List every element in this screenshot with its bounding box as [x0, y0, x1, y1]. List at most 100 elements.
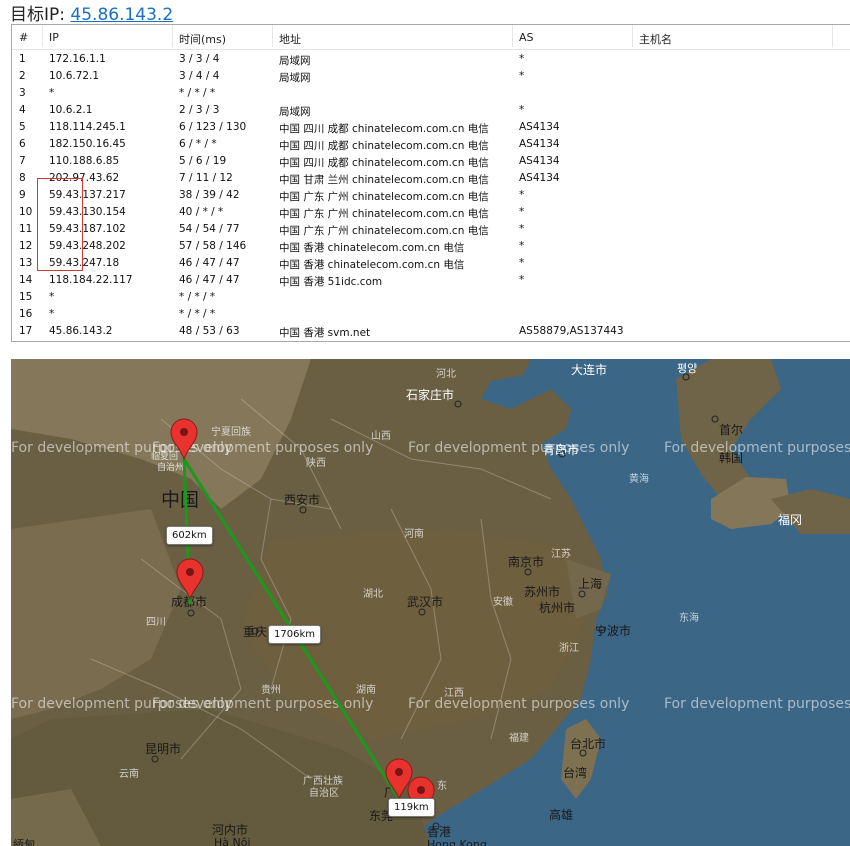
time-cell: 40 / * / *	[179, 206, 224, 218]
address-cell: 中国 广东 广州 chinatelecom.com.cn 电信	[279, 208, 489, 220]
ip-cell: *	[49, 308, 55, 320]
table-row[interactable]: 5 118.114.245.1 6 / 123 / 130 中国 四川 成都 chin…	[12, 119, 850, 136]
map-label: 昆明市	[145, 741, 181, 756]
as-cell: *	[519, 223, 525, 235]
distance-label: 602km	[166, 526, 213, 545]
hop-cell: 8	[19, 172, 26, 184]
target-ip-label: 目标IP:	[10, 5, 71, 25]
map-label: 宁夏回族	[211, 425, 251, 438]
time-cell: 46 / 47 / 47	[179, 257, 240, 269]
map-label: 台湾	[563, 765, 587, 780]
col-header-time[interactable]: 时间(ms)	[179, 31, 226, 47]
column-divider[interactable]	[832, 25, 833, 47]
map-label: 黄海	[629, 472, 649, 485]
hop-cell: 15	[19, 291, 33, 303]
table-row[interactable]: 13 59.43.247.18 46 / 47 / 47 中国 香港 chinatel…	[12, 255, 850, 272]
address-cell: 局域网	[279, 72, 311, 84]
map-label: 高雄	[549, 807, 573, 822]
time-cell: * / * / *	[179, 87, 216, 99]
column-divider[interactable]	[512, 25, 513, 47]
address-cell: 中国 甘肃 兰州 chinatelecom.com.cn 电信	[279, 174, 489, 186]
as-cell: AS4134	[519, 121, 560, 133]
table-row[interactable]: 15 * * / * / *	[12, 289, 850, 306]
table-row[interactable]: 6 182.150.16.45 6 / * / * 中国 四川 成都 chinatel…	[12, 136, 850, 153]
time-cell: 54 / 54 / 77	[179, 223, 240, 235]
distance-label: 1706km	[268, 625, 321, 644]
map-label: 南京市	[508, 554, 544, 569]
table-row[interactable]: 2 10.6.72.1 3 / 4 / 4 局域网 *	[12, 68, 850, 85]
hop-cell: 11	[19, 223, 33, 235]
table-row[interactable]: 9 59.43.137.217 38 / 39 / 42 中国 广东 广州 china…	[12, 187, 850, 204]
table-row[interactable]: 17 45.86.143.2 48 / 53 / 63 中国 香港 svm.net AS…	[12, 323, 850, 340]
map-label: 西安市	[284, 492, 320, 507]
map-label: 杭州市	[539, 600, 575, 615]
time-cell: * / * / *	[179, 308, 216, 320]
table-row[interactable]: 16 * * / * / *	[12, 306, 850, 323]
col-header-as[interactable]: AS	[519, 31, 534, 44]
table-row[interactable]: 10 59.43.130.154 40 / * / * 中国 广东 广州 chinat…	[12, 204, 850, 221]
column-divider[interactable]	[272, 25, 273, 47]
ip-cell: 118.114.245.1	[49, 121, 126, 133]
time-cell: 6 / * / *	[179, 138, 217, 150]
time-cell: 3 / 3 / 4	[179, 53, 220, 65]
map-label: 福建	[509, 731, 529, 744]
hop-cell: 3	[19, 87, 26, 99]
target-ip-link[interactable]: 45.86.143.2	[70, 5, 173, 25]
ip-cell: 10.6.2.1	[49, 104, 93, 116]
ip-cell: 59.43.187.102	[49, 223, 126, 235]
distance-label: 119km	[388, 798, 435, 817]
map-label: 石家庄市	[406, 387, 454, 402]
map-label: 河北	[436, 368, 456, 380]
map-label: 福冈	[778, 512, 802, 527]
address-cell: 局域网	[279, 106, 311, 118]
hop-cell: 9	[19, 189, 26, 201]
as-cell: *	[519, 70, 525, 82]
column-divider[interactable]	[172, 25, 173, 47]
map-label: 四川	[146, 617, 166, 628]
route-map[interactable]: 평양 大连市 石家庄市 河北 山西 宁夏回族 临夏回 自治州 陕西 西安市 中国…	[11, 359, 850, 846]
map-label: 安徽	[493, 595, 513, 608]
map-label: 贵州	[261, 683, 281, 696]
map-label: 中国	[161, 489, 199, 511]
map-label: 浙江	[559, 642, 579, 654]
table-row[interactable]: 3 * * / * / *	[12, 85, 850, 102]
table-row[interactable]: 7 110.188.6.85 5 / 6 / 19 中国 四川 成都 chinatel…	[12, 153, 850, 170]
map-label: 평양	[677, 362, 697, 375]
as-cell: AS4134	[519, 138, 560, 150]
col-header-address[interactable]: 地址	[279, 31, 301, 47]
column-divider[interactable]	[632, 25, 633, 47]
map-label: 大连市	[571, 362, 607, 377]
col-header-hop[interactable]: #	[19, 31, 28, 44]
col-header-hostname[interactable]: 主机名	[639, 31, 672, 47]
time-cell: 2 / 3 / 3	[179, 104, 220, 116]
address-cell: 中国 广东 广州 chinatelecom.com.cn 电信	[279, 225, 489, 237]
address-cell: 中国 香港 chinatelecom.com.cn 电信	[279, 259, 465, 271]
time-cell: 48 / 53 / 63	[179, 325, 240, 337]
map-label: 河南	[404, 527, 424, 540]
hop-cell: 4	[19, 104, 26, 116]
as-cell: AS4134	[519, 155, 560, 167]
time-cell: 5 / 6 / 19	[179, 155, 227, 167]
map-label: 緬甸	[13, 838, 35, 846]
map-label: 河内市	[212, 822, 248, 837]
table-row[interactable]: 14 118.184.22.117 46 / 47 / 47 中国 香港 51idc.…	[12, 272, 850, 289]
watermark-text: For development purposes only	[408, 696, 629, 712]
column-divider[interactable]	[42, 25, 43, 47]
as-cell: AS58879,AS137443	[519, 325, 624, 337]
address-cell: 中国 广东 广州 chinatelecom.com.cn 电信	[279, 191, 489, 203]
table-row[interactable]: 1 172.16.1.1 3 / 3 / 4 局域网 *	[12, 51, 850, 68]
hop-cell: 17	[19, 325, 33, 337]
map-label: 自治区	[309, 786, 339, 799]
as-cell: *	[519, 240, 525, 252]
map-label: 东海	[679, 611, 699, 624]
col-header-ip[interactable]: IP	[49, 31, 59, 44]
as-cell: *	[519, 104, 525, 116]
map-canvas: 평양 大连市 石家庄市 河北 山西 宁夏回族 临夏回 自治州 陕西 西安市 中国…	[11, 359, 850, 846]
table-row[interactable]: 4 10.6.2.1 2 / 3 / 3 局域网 *	[12, 102, 850, 119]
time-cell: 46 / 47 / 47	[179, 274, 240, 286]
hop-cell: 7	[19, 155, 26, 167]
time-cell: 57 / 58 / 146	[179, 240, 247, 252]
table-row[interactable]: 8 202.97.43.62 7 / 11 / 12 中国 甘肃 兰州 chinate…	[12, 170, 850, 187]
table-row[interactable]: 11 59.43.187.102 54 / 54 / 77 中国 广东 广州 chin…	[12, 221, 850, 238]
table-row[interactable]: 12 59.43.248.202 57 / 58 / 146 中国 香港 chinat…	[12, 238, 850, 255]
